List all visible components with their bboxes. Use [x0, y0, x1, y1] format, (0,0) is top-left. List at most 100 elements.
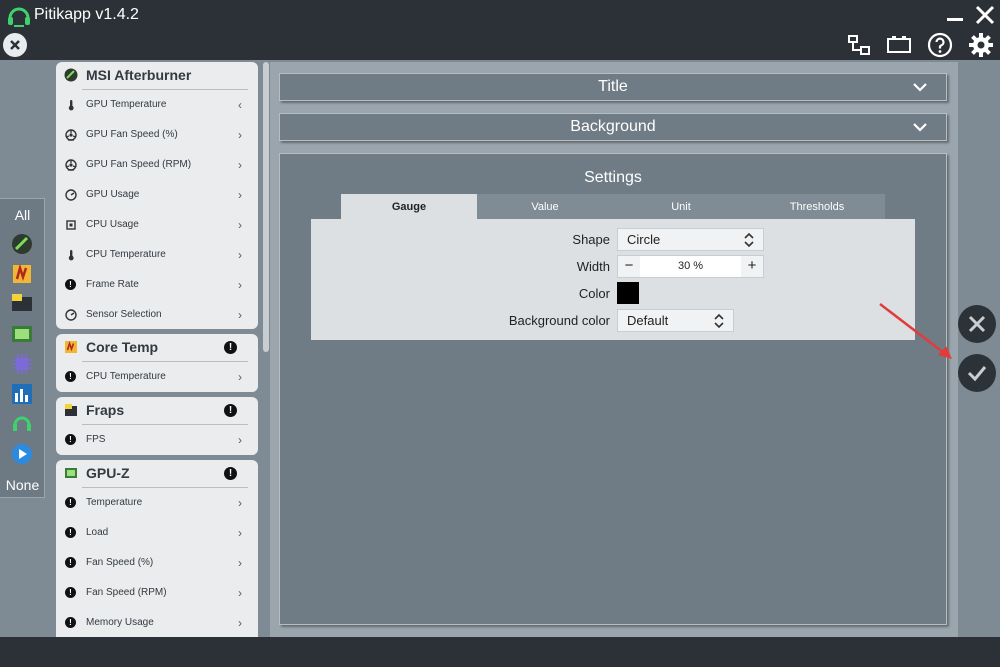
group-title: MSI Afterburner — [86, 67, 192, 83]
group-msi-afterburner: MSI Afterburner GPU Temperature ‹ GPU Fa… — [56, 62, 258, 329]
color-swatch[interactable] — [617, 282, 639, 304]
sensor-label: GPU Usage — [86, 189, 140, 200]
cancel-button[interactable] — [958, 305, 996, 343]
cpu-chip-icon[interactable] — [11, 353, 33, 375]
gauge-icon — [65, 189, 77, 201]
settings-panel: Settings Gauge Value Unit Thresholds Sha… — [279, 153, 947, 625]
sensor-label: GPU Fan Speed (%) — [86, 129, 178, 140]
warning-icon: ! — [224, 467, 237, 480]
chevron-right-icon: › — [238, 218, 242, 232]
core-temp-icon[interactable] — [11, 263, 33, 285]
sensor-label: Memory Usage — [86, 617, 154, 628]
group-header[interactable]: Core Temp ! — [56, 334, 258, 360]
battery-icon[interactable] — [886, 32, 912, 58]
filter-all[interactable]: All — [0, 207, 45, 223]
hwinfo-icon[interactable] — [11, 383, 33, 405]
decrement-button[interactable]: − — [618, 256, 640, 277]
warning-icon: ! — [224, 404, 237, 417]
network-icon[interactable] — [846, 32, 872, 58]
filter-none[interactable]: None — [0, 477, 45, 493]
core-temp-icon — [65, 340, 77, 353]
increment-button[interactable]: + — [741, 256, 763, 277]
group-header[interactable]: Fraps ! — [56, 397, 258, 423]
shape-label: Shape — [572, 232, 610, 247]
cancel-icon — [968, 315, 986, 333]
fraps-icon[interactable] — [11, 293, 33, 315]
minimize-icon[interactable] — [944, 4, 966, 26]
group-fraps: Fraps ! ! FPS › — [56, 397, 258, 455]
sensor-item[interactable]: ! Fan Speed (%) › — [56, 548, 258, 578]
sensor-label: Fan Speed (RPM) — [86, 587, 167, 598]
shape-select[interactable]: Circle — [617, 228, 764, 251]
sensor-item[interactable]: Sensor Selection › — [56, 300, 258, 330]
sensor-item[interactable]: CPU Temperature › — [56, 240, 258, 270]
gear-icon[interactable] — [968, 32, 994, 58]
sensor-item[interactable]: ! FPS › — [56, 425, 258, 455]
thermometer-icon — [68, 100, 74, 111]
background-accordion[interactable]: Background — [279, 113, 947, 141]
up-down-icon — [744, 232, 754, 248]
sensor-item[interactable]: GPU Fan Speed (RPM) › — [56, 150, 258, 180]
sensor-item[interactable]: ! Fan Speed (RPM) › — [56, 578, 258, 608]
chevron-right-icon: › — [238, 248, 242, 262]
sensor-item[interactable]: ! Temperature › — [56, 488, 258, 518]
group-header[interactable]: MSI Afterburner — [56, 62, 258, 88]
checkmark-icon — [967, 366, 987, 382]
tab-unit[interactable]: Unit — [613, 194, 749, 220]
sensor-item[interactable]: CPU Usage › — [56, 210, 258, 240]
background-color-select[interactable]: Default — [617, 309, 734, 332]
gpu-z-icon[interactable] — [11, 323, 33, 345]
sensor-item[interactable]: ! Load › — [56, 518, 258, 548]
pitikapp-source-icon[interactable] — [11, 413, 33, 435]
sensor-item[interactable]: GPU Fan Speed (%) › — [56, 120, 258, 150]
tab-thresholds[interactable]: Thresholds — [749, 194, 885, 220]
width-label: Width — [576, 259, 610, 274]
group-title: GPU-Z — [86, 465, 130, 481]
fan-icon — [65, 159, 77, 171]
sensor-list-scrollbar[interactable] — [263, 62, 269, 352]
color-label: Color — [578, 286, 610, 301]
gauge-settings: Shape Circle Width − 30 % + Color Backgr… — [311, 219, 915, 340]
title-accordion[interactable]: Title — [279, 73, 947, 101]
chevron-right-icon: › — [238, 188, 242, 202]
sensor-label: FPS — [86, 434, 106, 445]
annotation-arrow — [879, 303, 952, 359]
msi-afterburner-icon[interactable] — [11, 233, 33, 255]
source-filter: All None — [0, 198, 45, 498]
chevron-right-icon: › — [238, 370, 242, 384]
sensor-item[interactable]: ! CPU Temperature › — [56, 362, 258, 392]
warning-icon: ! — [65, 279, 76, 290]
group-core-temp: Core Temp ! ! CPU Temperature › — [56, 334, 258, 392]
headset-logo-icon — [8, 7, 30, 27]
sensor-label: CPU Usage — [86, 219, 139, 230]
title-bar: Pitikapp v1.4.2 — [0, 0, 1000, 60]
chevron-right-icon: › — [238, 128, 242, 142]
remove-widget-button[interactable] — [3, 33, 27, 57]
close-icon[interactable] — [974, 4, 996, 26]
sensor-item[interactable]: GPU Usage › — [56, 180, 258, 210]
msi-afterburner-icon — [64, 68, 78, 82]
tab-gauge[interactable]: Gauge — [341, 194, 477, 220]
shape-value: Circle — [627, 232, 661, 247]
width-value[interactable]: 30 % — [640, 256, 741, 277]
accordion-title: Title — [598, 78, 628, 95]
sensor-list: MSI Afterburner GPU Temperature ‹ GPU Fa… — [56, 62, 258, 637]
play-icon[interactable] — [11, 443, 33, 465]
confirm-button[interactable] — [958, 354, 996, 392]
sensor-item[interactable]: ! Memory Usage › — [56, 608, 258, 637]
help-icon[interactable] — [927, 32, 953, 58]
sensor-item[interactable]: ! Frame Rate › — [56, 270, 258, 300]
fan-icon — [65, 129, 77, 141]
group-title: Fraps — [86, 402, 125, 418]
chevron-right-icon: › — [238, 433, 242, 447]
chevron-left-icon: ‹ — [238, 98, 242, 112]
sensor-item[interactable]: GPU Temperature ‹ — [56, 90, 258, 120]
background-color-value: Default — [627, 313, 669, 328]
accordion-title: Background — [570, 118, 656, 135]
tab-value[interactable]: Value — [477, 194, 613, 220]
chip-icon — [66, 220, 76, 230]
sensor-label: CPU Temperature — [86, 249, 166, 260]
sensor-label: CPU Temperature — [86, 371, 166, 382]
group-header[interactable]: GPU-Z ! — [56, 460, 258, 486]
sensor-label: Fan Speed (%) — [86, 557, 154, 568]
